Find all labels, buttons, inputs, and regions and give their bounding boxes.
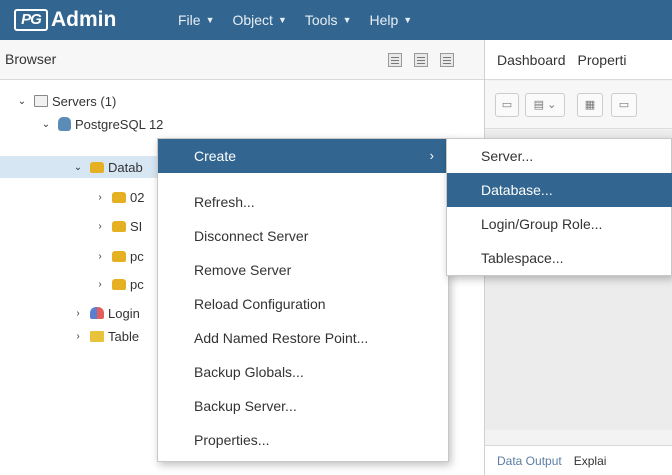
chevron-down-icon[interactable]: ⌄ [72, 162, 84, 173]
create-submenu: Server... Database... Login/Group Role..… [446, 138, 672, 276]
query-tool-icon[interactable] [388, 53, 402, 67]
database-icon [112, 250, 126, 262]
menu-item-label: Backup Globals... [194, 364, 304, 380]
pgadmin-logo: PG Admin [14, 8, 116, 32]
tree-node-db-1[interactable]: › 02 [94, 186, 144, 208]
chevron-right-icon[interactable]: › [94, 279, 106, 290]
chevron-down-icon: ▼ [342, 15, 352, 25]
menu-item-label: Reload Configuration [194, 296, 326, 312]
chevron-down-icon[interactable]: ⌄ [40, 119, 52, 130]
menu-item-label: Database... [481, 182, 553, 198]
menu-item-label: Add Named Restore Point... [194, 330, 369, 346]
tree-node-tablespaces[interactable]: › Table [72, 325, 139, 347]
main-tabs: Dashboard Properti [485, 40, 672, 80]
database-icon [112, 220, 126, 232]
menu-item-label: Login/Group Role... [481, 216, 603, 232]
menu-item-backup-server[interactable]: Backup Server... [158, 389, 448, 423]
tree-node-label: pc [130, 248, 144, 264]
menu-item-label: Tablespace... [481, 250, 564, 266]
top-bar: PG Admin File ▼ Object ▼ Tools ▼ Help ▼ [0, 0, 672, 40]
database-icon [90, 161, 104, 173]
tree-node-login-roles[interactable]: › Login [72, 302, 140, 324]
menu-file[interactable]: File ▼ [178, 12, 214, 28]
chevron-right-icon: › [429, 148, 434, 163]
submenu-item-server[interactable]: Server... [447, 139, 672, 173]
view-data-icon[interactable] [414, 53, 428, 67]
tree-node-db-4[interactable]: › pc [94, 273, 144, 295]
menu-tools[interactable]: Tools ▼ [305, 12, 352, 28]
menu-item-disconnect-server[interactable]: Disconnect Server [158, 219, 448, 253]
chevron-down-icon[interactable]: ⌄ [16, 96, 28, 107]
menu-tools-label: Tools [304, 12, 338, 28]
menu-object-label: Object [232, 12, 273, 28]
logo-text: Admin [51, 8, 117, 31]
tree-node-db-3[interactable]: › pc [94, 245, 144, 267]
submenu-item-database[interactable]: Database... [447, 173, 672, 207]
chevron-right-icon[interactable]: › [94, 221, 106, 232]
open-file-icon[interactable]: ▭ [495, 93, 519, 117]
tree-node-db-2[interactable]: › SI [94, 215, 142, 237]
toolbar-more-icon[interactable]: ▭ [611, 93, 637, 117]
database-icon [112, 191, 126, 203]
menu-item-label: Backup Server... [194, 398, 297, 414]
chevron-right-icon[interactable]: › [94, 192, 106, 203]
servers-icon [34, 95, 48, 107]
filter-rows-icon[interactable] [440, 53, 454, 67]
menubar: File ▼ Object ▼ Tools ▼ Help ▼ [178, 0, 430, 40]
tree-node-label: SI [130, 218, 143, 234]
chevron-right-icon[interactable]: › [72, 331, 84, 342]
menu-item-add-restore-point[interactable]: Add Named Restore Point... [158, 321, 448, 355]
menu-item-label: Remove Server [194, 262, 292, 278]
menu-item-label: Server... [481, 148, 534, 164]
submenu-item-login-group-role[interactable]: Login/Group Role... [447, 207, 672, 241]
tree-node-label: pc [130, 276, 144, 292]
menu-help-label: Help [369, 12, 399, 28]
menu-item-label: Create [194, 148, 237, 164]
menu-item-reload-configuration[interactable]: Reload Configuration [158, 287, 448, 321]
menu-help[interactable]: Help ▼ [369, 12, 412, 28]
tree-node-servers[interactable]: ⌄ Servers (1) [16, 90, 117, 112]
logo-pg-mark: PG [14, 9, 48, 31]
chevron-right-icon[interactable]: › [72, 308, 84, 319]
menu-object[interactable]: Object ▼ [232, 12, 286, 28]
browser-title: Browser [5, 51, 57, 67]
tree-node-databases[interactable]: ⌄ Datab [72, 156, 143, 178]
menu-item-refresh[interactable]: Refresh... [158, 185, 448, 219]
database-icon [112, 278, 126, 290]
grid-icon[interactable]: ▦ [577, 93, 603, 117]
menu-item-properties[interactable]: Properties... [158, 423, 448, 457]
tree-node-label: Servers (1) [52, 93, 117, 109]
menu-item-label: Refresh... [194, 194, 255, 210]
chevron-down-icon: ▼ [403, 15, 413, 25]
menu-item-backup-globals[interactable]: Backup Globals... [158, 355, 448, 389]
menu-item-remove-server[interactable]: Remove Server [158, 253, 448, 287]
menu-file-label: File [178, 12, 201, 28]
output-tabs: Data Output Explai [485, 445, 672, 475]
tree-node-label: 02 [130, 189, 145, 205]
folder-icon [90, 330, 104, 342]
chevron-down-icon: ▼ [277, 15, 287, 25]
menu-item-label: Properties... [194, 432, 270, 448]
tree-node-label: Table [108, 328, 140, 344]
role-icon [90, 307, 104, 319]
menu-item-create[interactable]: Create › [158, 139, 448, 173]
main-toolbar: ▭ ▤ ⌄ ▦ ▭ [485, 81, 672, 129]
elephant-icon [58, 117, 71, 131]
submenu-item-tablespace[interactable]: Tablespace... [447, 241, 672, 275]
tab-data-output[interactable]: Data Output [497, 454, 562, 468]
chevron-right-icon[interactable]: › [94, 251, 106, 262]
tab-explain[interactable]: Explai [574, 454, 607, 468]
tab-properties[interactable]: Properti [578, 52, 627, 68]
chevron-down-icon: ▼ [205, 15, 215, 25]
tree-node-postgresql[interactable]: ⌄ PostgreSQL 12 [40, 113, 164, 135]
tree-node-label: Datab [108, 159, 143, 175]
save-dropdown-icon[interactable]: ▤ ⌄ [525, 93, 565, 117]
tab-dashboard[interactable]: Dashboard [497, 52, 566, 68]
tree-node-label: Login [108, 305, 140, 321]
menu-item-label: Disconnect Server [194, 228, 309, 244]
context-menu: Create › Refresh... Disconnect Server Re… [157, 138, 449, 462]
browser-header: Browser [0, 40, 484, 80]
tree-node-label: PostgreSQL 12 [75, 116, 164, 132]
